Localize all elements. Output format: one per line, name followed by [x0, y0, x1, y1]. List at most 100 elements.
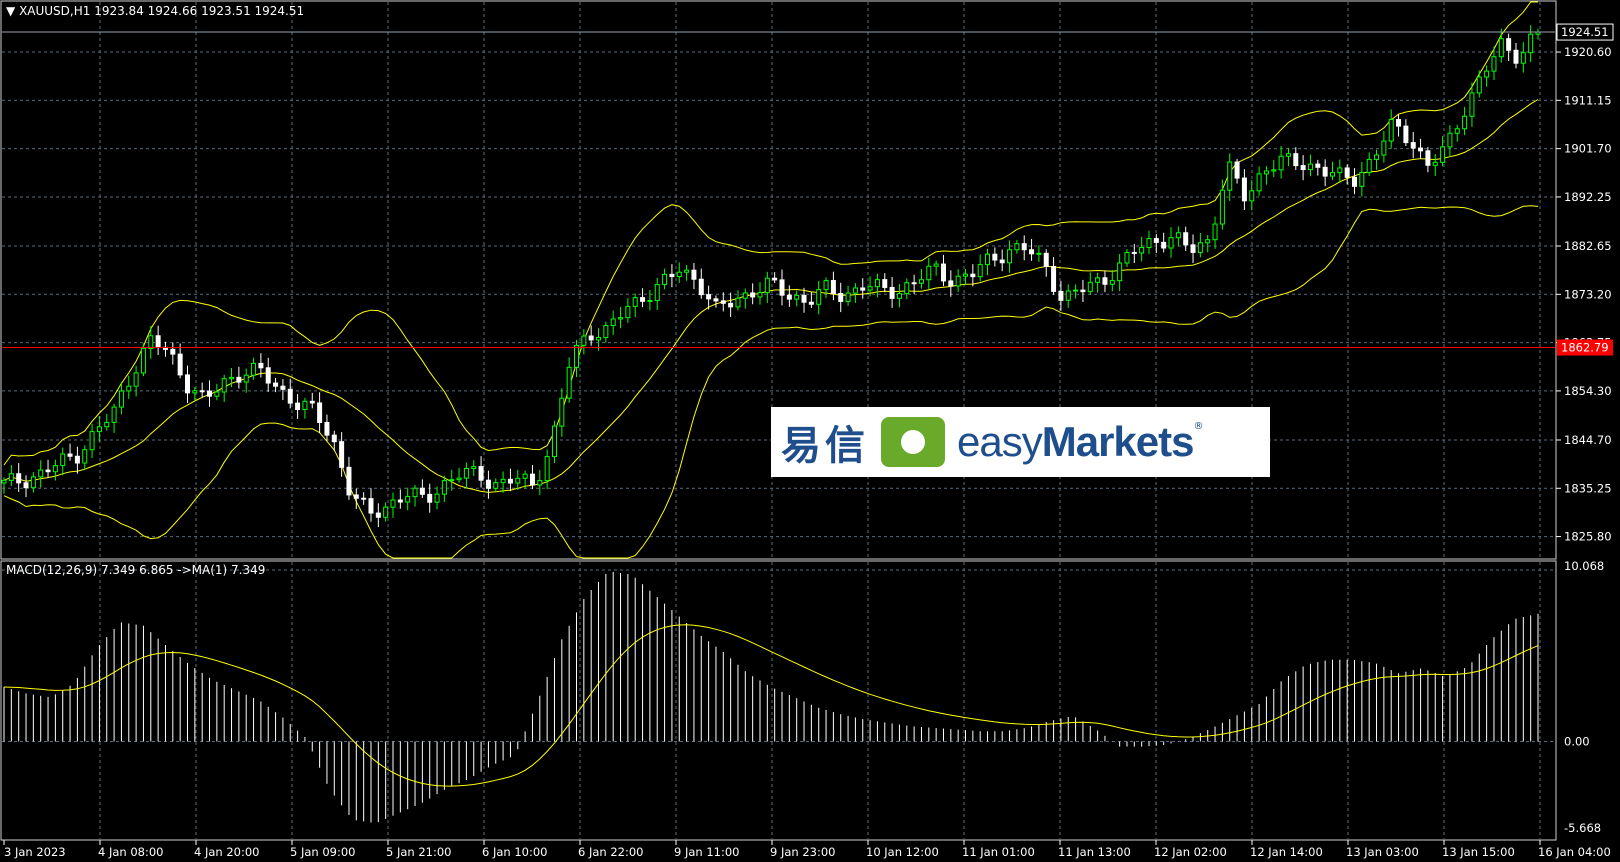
- price-tick-label: 1920.60: [1564, 45, 1612, 59]
- candle-body: [1249, 190, 1255, 202]
- candle-body: [684, 269, 690, 273]
- candle-body: [471, 466, 477, 469]
- candle-body: [830, 280, 836, 294]
- candle-body: [383, 506, 389, 518]
- candle-body: [1454, 128, 1460, 134]
- candle-body: [698, 278, 704, 296]
- candle-body: [1, 479, 7, 484]
- candle-body: [1498, 38, 1504, 58]
- time-tick-label: 5 Jan 09:00: [290, 845, 356, 859]
- candle-body: [346, 466, 352, 496]
- candle-body: [1095, 277, 1101, 283]
- candle-body: [764, 277, 770, 294]
- candle-body: [1043, 252, 1049, 267]
- candle-body: [170, 348, 176, 355]
- candle-body: [287, 388, 293, 404]
- candle-body: [1212, 223, 1218, 241]
- candle-body: [603, 325, 609, 338]
- candle-body: [1102, 277, 1108, 285]
- candle-body: [544, 456, 550, 482]
- time-tick-label: 13 Jan 15:00: [1442, 845, 1515, 859]
- candle-body: [30, 476, 36, 489]
- candle-body: [67, 453, 73, 457]
- candle-body: [1359, 172, 1365, 187]
- candle-body: [265, 367, 271, 384]
- symbol-info: XAUUSD,H1 1923.84 1924.66 1923.51 1924.5…: [19, 4, 305, 18]
- candle-body: [1315, 163, 1321, 168]
- candle-body: [515, 477, 521, 484]
- candle-body: [1344, 167, 1350, 178]
- candle-body: [1241, 177, 1247, 202]
- candle-body: [96, 426, 102, 433]
- candle-body: [339, 441, 345, 468]
- candle-body: [691, 269, 697, 280]
- candle-body: [207, 390, 213, 397]
- time-tick-label: 9 Jan 11:00: [674, 845, 740, 859]
- candle-body: [1374, 154, 1380, 160]
- candle-body: [184, 374, 190, 394]
- macd-histogram: [3, 571, 1539, 823]
- candle-body: [485, 479, 491, 489]
- candle-body: [243, 374, 249, 383]
- candle-body: [8, 473, 14, 481]
- candle-body: [845, 292, 851, 302]
- macd-title: MACD(12,26,9) 7.349 6.865 ->MA(1) 7.349: [6, 563, 266, 577]
- candle-body: [1300, 165, 1306, 171]
- candle-body: [456, 477, 462, 481]
- candle-body: [1197, 242, 1203, 253]
- easymarkets-logo: 易信 easyMarkets ®: [771, 407, 1270, 477]
- candle-body: [1278, 155, 1284, 171]
- candle-body: [1175, 232, 1181, 239]
- candle-body: [999, 259, 1005, 264]
- candle-body: [1440, 146, 1446, 163]
- candle-body: [390, 499, 396, 508]
- time-tick-label: 12 Jan 02:00: [1154, 845, 1227, 859]
- candle-body: [331, 434, 337, 443]
- candle-body: [368, 498, 374, 514]
- candle-body: [977, 264, 983, 278]
- candle-body: [852, 287, 858, 294]
- candle-body: [559, 397, 565, 427]
- candle-body: [1234, 161, 1240, 179]
- dropdown-triangle-icon[interactable]: ▼: [6, 4, 15, 18]
- candle-body: [1528, 33, 1534, 54]
- candle-body: [794, 294, 800, 300]
- price-tick-label: 1892.25: [1564, 190, 1612, 204]
- candle-body: [1307, 163, 1313, 171]
- bb-upper-line: [3, 1, 1538, 466]
- candle-body: [1131, 251, 1137, 254]
- candle-body: [1161, 241, 1167, 249]
- candle-body: [133, 372, 139, 387]
- time-tick-label: 11 Jan 13:00: [1058, 845, 1131, 859]
- candle-body: [992, 253, 998, 261]
- candle-body: [896, 293, 902, 299]
- candle-body: [1337, 167, 1343, 174]
- candle-body: [45, 469, 51, 473]
- candle-body: [860, 287, 866, 291]
- logo-en-text: easyMarkets: [957, 418, 1194, 465]
- candle-body: [405, 495, 411, 503]
- candle-body: [933, 263, 939, 267]
- candle-body: [1418, 147, 1424, 152]
- candle-body: [1388, 119, 1394, 142]
- candle-body: [1520, 52, 1526, 64]
- candle-body: [1227, 161, 1233, 191]
- candle-body: [1029, 249, 1035, 255]
- candle-body: [551, 425, 557, 458]
- candle-body: [82, 449, 88, 464]
- candle-body: [52, 465, 58, 473]
- price-tick-label: 1882.65: [1564, 239, 1612, 253]
- candle-body: [1366, 158, 1372, 174]
- candle-body: [1263, 170, 1269, 175]
- candle-body: [610, 318, 616, 327]
- candle-body: [1124, 251, 1130, 264]
- candle-body: [588, 335, 594, 341]
- candle-body: [1036, 252, 1042, 255]
- candle-body: [581, 335, 587, 346]
- candle-body: [750, 292, 756, 298]
- candle-body: [463, 467, 469, 479]
- candle-body: [74, 455, 80, 464]
- macd-tick-label: 10.068: [1564, 559, 1604, 573]
- candle-body: [735, 297, 741, 308]
- candle-body: [1153, 238, 1159, 243]
